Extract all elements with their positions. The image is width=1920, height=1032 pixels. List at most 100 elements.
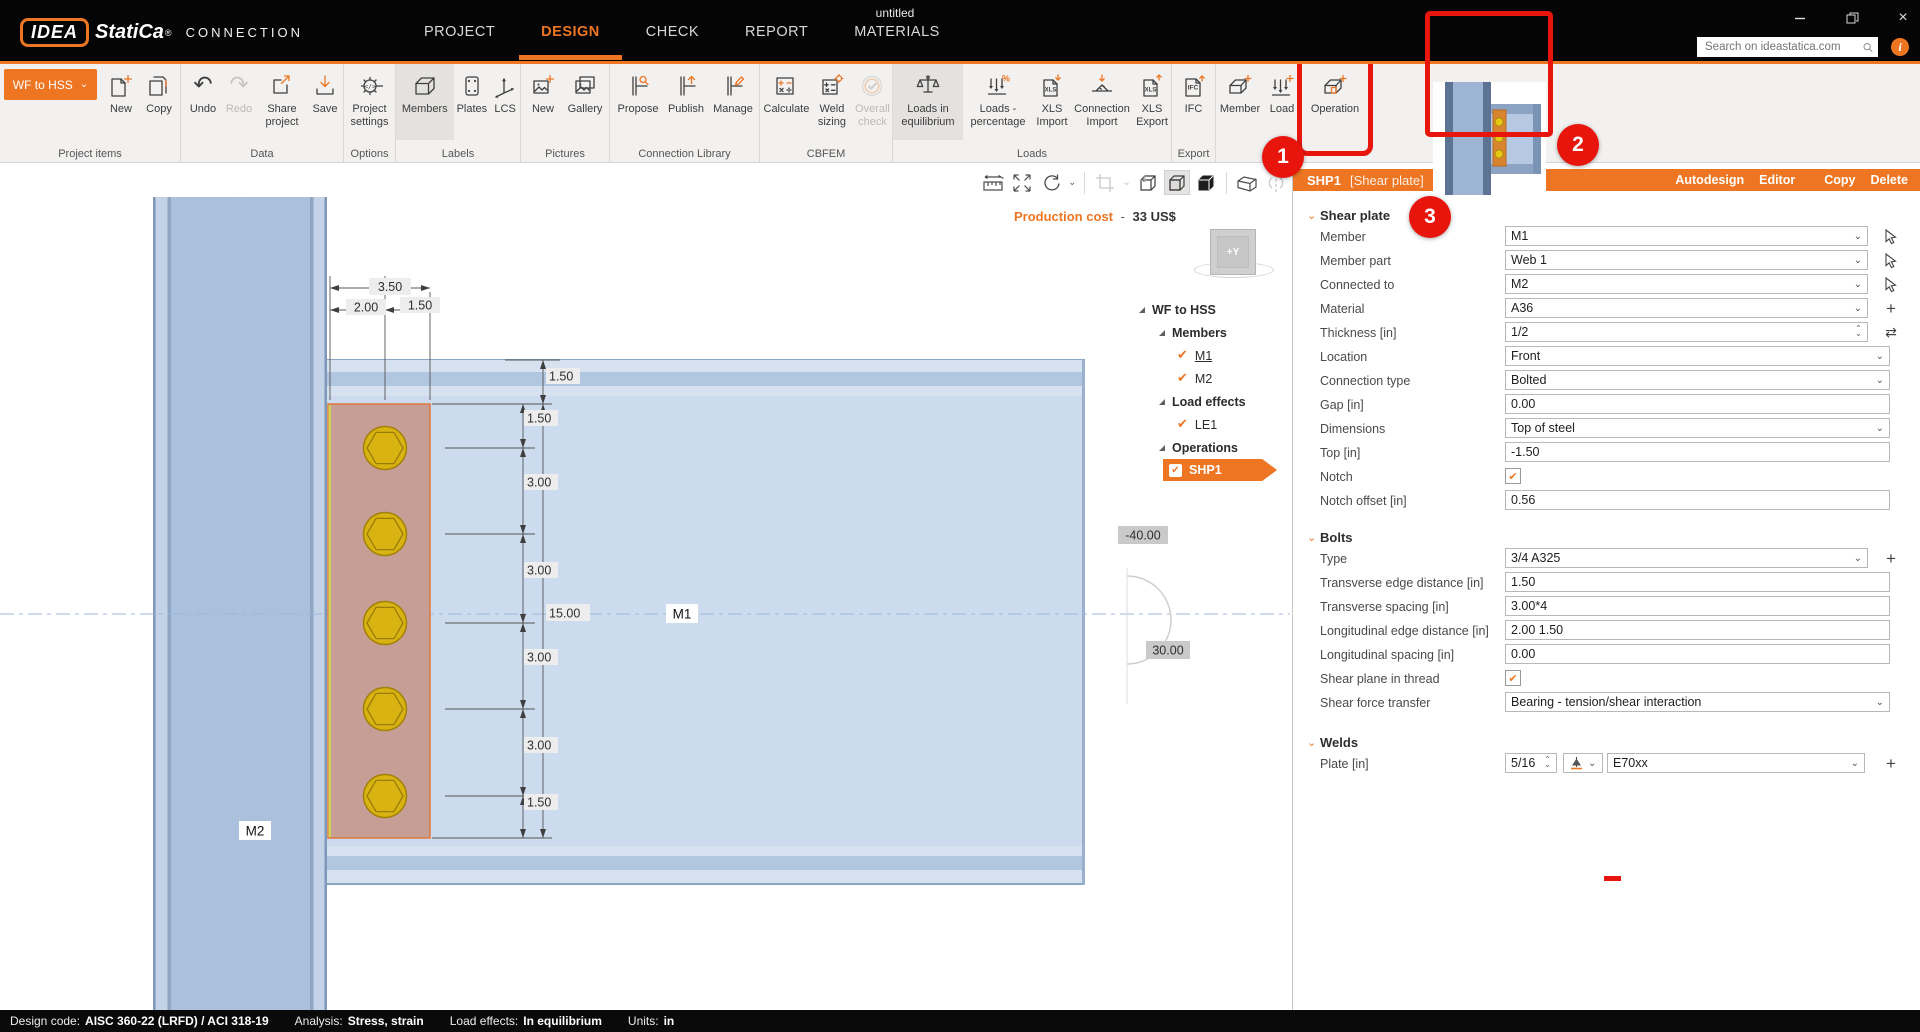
ifc-export-button[interactable]: IFC IFC	[1172, 64, 1215, 140]
tab-project[interactable]: PROJECT	[420, 2, 499, 60]
material-select[interactable]: A36⌄	[1505, 298, 1868, 318]
checkmark-icon[interactable]: ✔	[1177, 417, 1188, 432]
lcs-labels-button[interactable]: LCS	[490, 64, 520, 140]
expander-icon[interactable]	[1158, 444, 1166, 452]
collapse-chevron-icon[interactable]: ⌄	[1307, 531, 1320, 544]
section-shear-plate[interactable]: ⌄ Shear plate	[1293, 206, 1920, 225]
section-bolts[interactable]: ⌄ Bolts	[1293, 528, 1920, 547]
tab-design[interactable]: DESIGN	[537, 2, 604, 60]
publish-button[interactable]: Publish	[662, 64, 710, 140]
info-icon[interactable]: i	[1891, 38, 1909, 56]
gallery-button[interactable]: Gallery	[563, 64, 607, 140]
add-material-button[interactable]: +	[1881, 299, 1901, 319]
manage-button[interactable]: Manage	[710, 64, 756, 140]
new-load-button[interactable]: Load	[1264, 64, 1300, 140]
location-select[interactable]: Front⌄	[1505, 346, 1890, 366]
editor-button[interactable]: Editor	[1759, 173, 1795, 187]
notch-checkbox-checked[interactable]: ✔	[1505, 468, 1521, 484]
spinner-icon[interactable]: ⌃⌄	[1544, 758, 1551, 767]
members-labels-button[interactable]: Members	[396, 64, 454, 140]
transverse-spacing-input[interactable]: 3.00*4	[1505, 596, 1890, 616]
expander-icon[interactable]	[1158, 398, 1166, 406]
redo-button[interactable]: ↷ Redo	[221, 64, 257, 140]
delete-operation-button[interactable]: Delete	[1870, 173, 1908, 187]
top-input[interactable]: -1.50	[1505, 442, 1890, 462]
section-crop-icon[interactable]	[1092, 170, 1118, 195]
copy-operation-button[interactable]: Copy	[1824, 173, 1855, 187]
connection-type-select[interactable]: Bolted⌄	[1505, 370, 1890, 390]
new-operation-button[interactable]: Operation	[1300, 64, 1370, 140]
spinner-icon[interactable]: ⌃⌄	[1855, 327, 1862, 336]
chevron-down-icon[interactable]: ⌄	[1122, 177, 1130, 188]
transverse-edge-input[interactable]: 1.50	[1505, 572, 1890, 592]
loads-percentage-button[interactable]: % Loads - percentage	[963, 64, 1033, 140]
weld-type-select[interactable]: ⌄	[1563, 753, 1603, 773]
minimize-button[interactable]	[1785, 9, 1815, 27]
checkmark-icon[interactable]: ✔	[1177, 371, 1188, 386]
copy-project-button[interactable]: Copy	[140, 64, 178, 140]
collapse-chevron-icon[interactable]: ⌄	[1307, 209, 1320, 222]
notch-offset-input[interactable]: 0.56	[1505, 490, 1890, 510]
measure-icon[interactable]	[980, 170, 1006, 195]
loads-in-equilibrium-button[interactable]: Loads in equilibrium	[893, 64, 963, 140]
longitudinal-spacing-input[interactable]: 0.00	[1505, 644, 1890, 664]
collapse-chevron-icon[interactable]: ⌄	[1307, 736, 1320, 749]
pick-connected-cursor-icon[interactable]	[1881, 275, 1901, 295]
new-picture-button[interactable]: New	[523, 64, 563, 140]
swap-thickness-icon[interactable]: ⇄	[1881, 323, 1901, 343]
rotate-view-icon[interactable]	[1038, 170, 1064, 195]
save-button[interactable]: Save	[307, 64, 343, 140]
close-button[interactable]: ×	[1888, 9, 1918, 27]
propose-button[interactable]: Propose	[614, 64, 662, 140]
dimensions-select[interactable]: Top of steel⌄	[1505, 418, 1890, 438]
clip-section-icon[interactable]	[1234, 170, 1260, 195]
search-box[interactable]	[1697, 37, 1878, 57]
tree-item-le1[interactable]: ✔ LE1	[1130, 413, 1292, 436]
calculate-button[interactable]: Calculate	[762, 64, 811, 140]
connected-to-select[interactable]: M2⌄	[1505, 274, 1868, 294]
member-select[interactable]: M1⌄	[1505, 226, 1868, 246]
tab-materials[interactable]: MATERIALS	[850, 2, 944, 60]
xls-import-button[interactable]: XLS XLS Import	[1033, 64, 1071, 140]
template-preset-dropdown[interactable]: WF to HSS⌄	[4, 69, 97, 100]
share-project-button[interactable]: Share project	[257, 64, 307, 140]
solid-view-icon[interactable]	[1193, 170, 1219, 195]
wireframe-view-icon[interactable]	[1135, 170, 1161, 195]
tab-check[interactable]: CHECK	[642, 2, 703, 60]
gap-input[interactable]: 0.00	[1505, 394, 1890, 414]
new-member-button[interactable]: Member	[1216, 64, 1264, 140]
chevron-down-icon[interactable]: ⌄	[1068, 177, 1076, 188]
pick-member-part-cursor-icon[interactable]	[1881, 251, 1901, 271]
maximize-button[interactable]	[1838, 9, 1868, 27]
shear-plane-checkbox-checked[interactable]: ✔	[1505, 670, 1521, 686]
xls-export-button[interactable]: XLS XLS Export	[1133, 64, 1171, 140]
bolt-type-select[interactable]: 3/4 A325⌄	[1505, 548, 1868, 568]
longitudinal-edge-input[interactable]: 2.00 1.50	[1505, 620, 1890, 640]
selected-operation-flag[interactable]: ✔ SHP1	[1163, 459, 1277, 481]
section-welds[interactable]: ⌄ Welds	[1293, 733, 1920, 752]
tab-report[interactable]: REPORT	[741, 2, 812, 60]
member-part-select[interactable]: Web 1⌄	[1505, 250, 1868, 270]
autodesign-button[interactable]: Autodesign	[1675, 173, 1744, 187]
tree-group-load-effects[interactable]: Load effects	[1130, 390, 1292, 413]
add-weld-material-button[interactable]: +	[1881, 754, 1901, 774]
checkmark-icon[interactable]: ✔	[1177, 348, 1188, 363]
new-project-button[interactable]: New	[102, 64, 140, 140]
overall-check-button[interactable]: Overall check	[853, 64, 892, 140]
expander-icon[interactable]	[1158, 329, 1166, 337]
tree-root-wf-to-hss[interactable]: WF to HSS	[1130, 298, 1292, 321]
search-input[interactable]	[1697, 41, 1863, 53]
thickness-stepper[interactable]: 1/2⌃⌄	[1505, 322, 1868, 342]
plates-labels-button[interactable]: Plates	[454, 64, 491, 140]
tree-item-shp1-selected[interactable]: ✔ SHP1	[1130, 459, 1292, 483]
connection-import-button[interactable]: Connection Import	[1071, 64, 1133, 140]
checkbox-checked-icon[interactable]: ✔	[1169, 464, 1182, 477]
zoom-fit-icon[interactable]	[1009, 170, 1035, 195]
undo-button[interactable]: ↶ Undo	[185, 64, 221, 140]
add-bolt-type-button[interactable]: +	[1881, 549, 1901, 569]
tree-group-operations[interactable]: Operations	[1130, 436, 1292, 459]
tree-item-m2[interactable]: ✔ M2	[1130, 367, 1292, 390]
tree-group-members[interactable]: Members	[1130, 321, 1292, 344]
weld-sizing-button[interactable]: Weld sizing	[811, 64, 853, 140]
weld-size-stepper[interactable]: 5/16⌃⌄	[1505, 753, 1557, 773]
